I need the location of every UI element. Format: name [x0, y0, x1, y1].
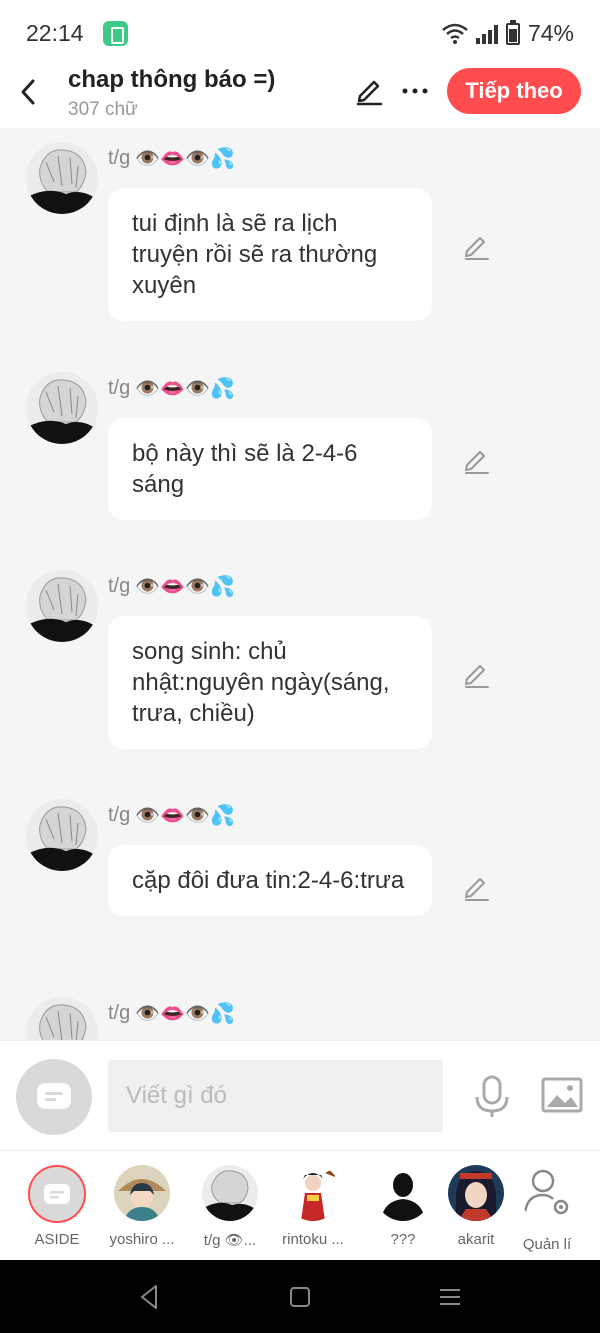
- microphone-icon[interactable]: [472, 1075, 512, 1119]
- signal-icon: [475, 24, 498, 44]
- back-button[interactable]: [12, 72, 44, 112]
- input-bar: [0, 1040, 600, 1150]
- character-name: yoshiro ...: [109, 1231, 175, 1248]
- wifi-icon: [442, 23, 468, 44]
- sender-emoji: 👁️👄👁️💦: [135, 148, 235, 170]
- sender-name: t/g 👁️👄👁️💦: [108, 377, 235, 400]
- nav-back-icon[interactable]: [134, 1282, 164, 1312]
- character-name: ASIDE: [34, 1231, 80, 1248]
- character-name: t/g 👁...: [203, 1232, 257, 1249]
- manage-user-icon: [523, 1169, 569, 1215]
- sender-name: t/g 👁️👄👁️💦: [108, 804, 235, 827]
- character-yoshiro[interactable]: yoshiro ...: [97, 1165, 187, 1248]
- back-arrow-icon: [21, 79, 35, 105]
- character-avatar: [448, 1165, 504, 1221]
- avatar[interactable]: [26, 570, 98, 642]
- edit-message-icon[interactable]: [462, 660, 490, 688]
- system-navigation-bar: [0, 1260, 600, 1333]
- character-aside[interactable]: ASIDE: [12, 1165, 102, 1248]
- more-options-icon[interactable]: [400, 76, 430, 106]
- message-bubble[interactable]: bộ này thì sẽ là 2-4-6 sáng: [108, 418, 432, 520]
- sender-emoji: 👁️👄👁️💦: [135, 378, 235, 400]
- status-bar: 22:14 74%: [0, 0, 600, 62]
- avatar[interactable]: [26, 372, 98, 444]
- sender-name: t/g 👁️👄👁️💦: [108, 1002, 235, 1025]
- nav-home-icon[interactable]: [285, 1282, 315, 1312]
- edit-title-icon[interactable]: [354, 76, 384, 106]
- chapter-title[interactable]: chap thông báo =): [68, 66, 275, 94]
- sender-name: t/g 👁️👄👁️💦: [108, 147, 235, 170]
- character-name: Quản lí: [522, 1236, 572, 1253]
- avatar[interactable]: [26, 799, 98, 871]
- message-input[interactable]: [108, 1060, 443, 1132]
- edit-message-icon[interactable]: [462, 232, 490, 260]
- sender-name: t/g 👁️👄👁️💦: [108, 575, 235, 598]
- app-notification-icon: [103, 21, 128, 46]
- message-icon: [44, 1184, 70, 1204]
- character-bar: ASIDE yoshiro ... t/g 👁... rintoku ... ?…: [0, 1150, 600, 1260]
- message-bubble[interactable]: tui định là sẽ ra lịch truyện rồi sẽ ra …: [108, 188, 432, 321]
- message-bubble[interactable]: cặp đôi đưa tin:2-4-6:trưa: [108, 845, 432, 916]
- aside-toggle-button[interactable]: [16, 1059, 92, 1135]
- sender-emoji: 👁️👄👁️💦: [135, 1003, 235, 1025]
- aside-avatar: [28, 1165, 86, 1223]
- chat-area[interactable]: t/g 👁️👄👁️💦 tui định là sẽ ra lịch truyện…: [0, 128, 600, 1040]
- sender-emoji: 👁️👄👁️💦: [135, 805, 235, 827]
- edit-message-icon[interactable]: [462, 873, 490, 901]
- word-count: 307 chữ: [68, 99, 138, 120]
- character-tg[interactable]: t/g 👁...: [185, 1165, 275, 1249]
- edit-message-icon[interactable]: [462, 446, 490, 474]
- character-avatar: [285, 1165, 341, 1221]
- avatar[interactable]: [26, 142, 98, 214]
- sender-emoji: 👁️👄👁️💦: [135, 576, 235, 598]
- image-icon[interactable]: [541, 1075, 583, 1115]
- top-bar: chap thông báo =) 307 chữ Tiếp theo: [0, 62, 600, 128]
- message-bubble[interactable]: song sinh: chủ nhật:nguyên ngày(sáng, tr…: [108, 616, 432, 749]
- character-avatar: [202, 1165, 258, 1221]
- status-time: 22:14: [26, 20, 84, 46]
- character-avatar: [114, 1165, 170, 1221]
- avatar[interactable]: [26, 997, 98, 1040]
- battery-icon: [505, 19, 520, 45]
- character-avatar: [375, 1165, 431, 1221]
- character-name: rintoku ...: [282, 1231, 344, 1248]
- message-icon: [37, 1083, 71, 1109]
- battery-percent: 74%: [527, 20, 574, 46]
- nav-recents-icon[interactable]: [435, 1282, 465, 1312]
- character-rintoku[interactable]: rintoku ...: [268, 1165, 358, 1248]
- manage-characters-button[interactable]: Quản lí: [502, 1165, 592, 1253]
- next-button[interactable]: Tiếp theo: [447, 68, 581, 114]
- status-indicators: 74%: [442, 19, 574, 47]
